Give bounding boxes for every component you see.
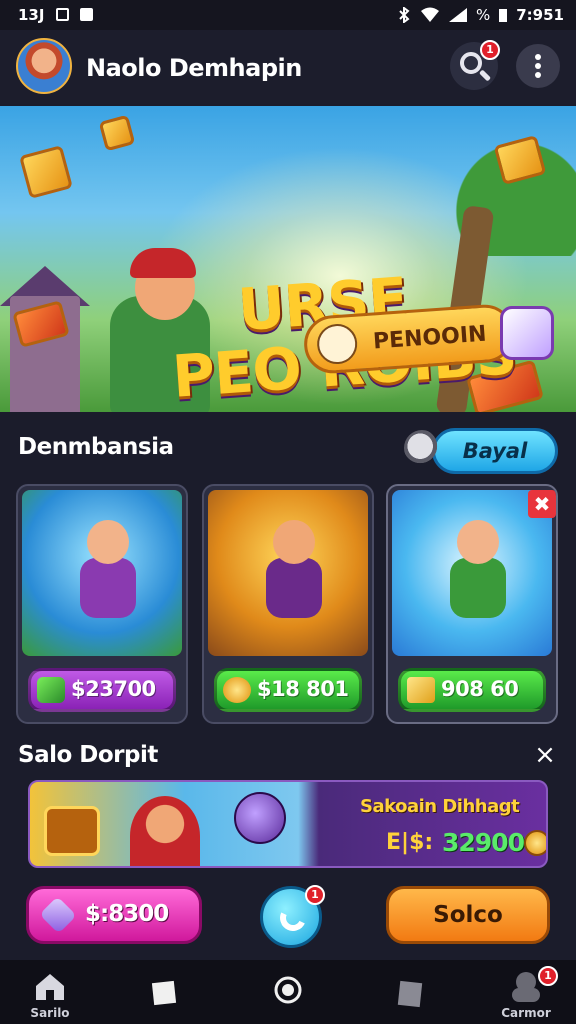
signal-icon — [448, 8, 467, 22]
app-header: Naolo Demhapin 1 — [0, 30, 576, 104]
call-button[interactable]: 1 — [260, 885, 325, 948]
coin-icon — [524, 830, 546, 856]
promo-currency-label: E|$: — [386, 830, 434, 855]
nav-item-recent[interactable] — [370, 966, 450, 1024]
notification-icon — [80, 8, 93, 21]
character-figure — [258, 520, 328, 630]
gem-icon[interactable] — [500, 306, 554, 360]
close-icon[interactable]: × — [530, 740, 560, 770]
bluetooth-icon — [399, 7, 410, 23]
status-time-right: 7:951 — [516, 6, 564, 24]
notification-badge: 1 — [480, 40, 500, 60]
gem-icon — [39, 896, 77, 934]
sell-button[interactable]: Solco — [386, 886, 550, 944]
character-figure — [442, 520, 512, 630]
price-button[interactable]: $23700 — [28, 668, 176, 712]
nav-item-square[interactable] — [124, 966, 204, 1024]
nav-item-home-circle[interactable] — [248, 966, 328, 1024]
card-art — [22, 490, 182, 656]
star-icon — [407, 677, 435, 703]
search-button[interactable]: 1 — [450, 40, 500, 90]
phone-icon — [276, 901, 310, 935]
hero-banner[interactable]: URSE PEO ROIBS — [0, 106, 576, 412]
promo-banner[interactable]: Sakoain Dihhagt E|$: 32900 — [28, 780, 548, 868]
battery-icon — [499, 9, 508, 22]
character-face-icon — [315, 322, 359, 366]
orb-icon — [234, 792, 286, 844]
price-button[interactable]: $18 801 — [214, 668, 362, 712]
close-icon[interactable]: ✖ — [528, 490, 556, 518]
battery-percent: % — [475, 6, 491, 24]
section-title: Denmbansia — [18, 434, 174, 460]
character-figure — [72, 520, 142, 630]
price-button[interactable]: 908 60 — [398, 668, 546, 712]
notification-badge: 1 — [305, 885, 325, 905]
treasure-chest-icon — [44, 806, 100, 856]
section-title: Salo Dorpit — [18, 742, 158, 768]
status-time-left: 13J — [18, 6, 45, 24]
square-icon — [151, 980, 177, 1006]
home-icon — [36, 974, 64, 1000]
nav-item-profile[interactable]: 1 Carmor — [486, 966, 566, 1024]
status-bar: 13J % 7:951 — [0, 0, 576, 30]
search-icon — [460, 52, 482, 74]
gem-icon — [37, 677, 65, 703]
bottom-nav: Sarilo 1 Carmor — [0, 960, 576, 1024]
nav-item-home[interactable]: Sarilo — [10, 966, 90, 1024]
promo-title: Sakoain Dihhagt — [360, 796, 520, 817]
notification-badge: 1 — [538, 966, 558, 986]
avatar[interactable] — [16, 38, 72, 94]
more-menu-button[interactable] — [516, 44, 560, 88]
wifi-icon — [420, 7, 439, 22]
shop-card[interactable]: ✖ 908 60 — [386, 484, 558, 724]
promo-value: 32900 — [442, 828, 525, 857]
shop-card[interactable]: $18 801 — [202, 484, 374, 724]
mascot-icon — [404, 430, 440, 466]
coin-icon — [223, 677, 251, 703]
username: Naolo Demhapin — [86, 54, 302, 82]
circle-home-icon — [274, 976, 302, 1004]
notification-icon — [56, 8, 69, 21]
currency-button[interactable]: $:8300 — [26, 886, 202, 944]
recent-icon — [397, 980, 423, 1008]
section-action-button[interactable]: Bayal — [432, 428, 558, 474]
floating-block-icon — [98, 114, 136, 152]
character-figure — [130, 796, 200, 866]
floating-block-icon — [19, 145, 73, 199]
palm-leaves — [420, 106, 576, 256]
shop-card[interactable]: $23700 — [16, 484, 188, 724]
more-dots-icon — [535, 54, 541, 60]
card-art — [208, 490, 368, 656]
